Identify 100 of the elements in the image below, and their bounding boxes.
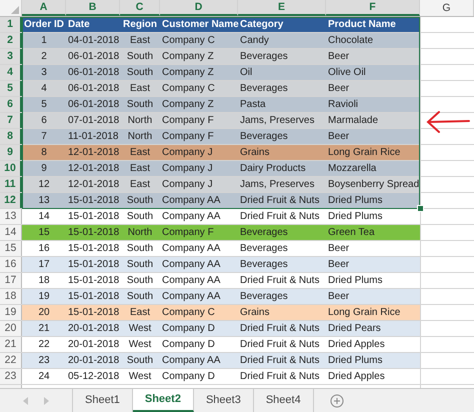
table-cell-text: Dried Plums	[327, 210, 384, 224]
table-cell-text: Beer	[327, 130, 350, 144]
table-cell-text: 20-01-2018	[67, 354, 120, 368]
scroll-left-icon[interactable]	[23, 396, 29, 404]
table-cell-text: Company D	[161, 322, 216, 336]
table-cell-text: Beer	[327, 290, 350, 304]
table-cell-text: Company AA	[161, 210, 222, 224]
table-cell-text: West	[128, 338, 152, 352]
table-cell-text: South	[126, 50, 154, 64]
table-cell-text: East	[128, 306, 151, 320]
table-cell-text: Green Tea	[327, 226, 376, 240]
row-header[interactable]: 23	[0, 369, 22, 384]
row-header[interactable]: 1	[0, 17, 22, 32]
table-cell-text: Ravioli	[327, 98, 360, 112]
row-header[interactable]: 8	[0, 129, 22, 144]
column-header[interactable]: D	[160, 0, 238, 16]
fill-handle[interactable]	[417, 205, 424, 212]
table-cell-text: North	[126, 114, 154, 128]
table-cell-text: 15-01-2018	[67, 210, 120, 224]
table-cell-text: Grains	[239, 146, 270, 160]
table-cell-text: Beverages	[239, 226, 289, 240]
sheet-tab[interactable]: Sheet3	[194, 389, 254, 412]
row-header[interactable]: 19	[0, 305, 22, 320]
row-header[interactable]: 6	[0, 97, 22, 112]
table-cell-text: 21	[37, 322, 51, 336]
table-cell-text: South	[126, 194, 154, 208]
table-cell-text: East	[128, 34, 151, 48]
column-header[interactable]: E	[238, 0, 326, 16]
table-cell-text: Jams, Preserves	[239, 178, 316, 192]
table-cell-text: Grains	[239, 306, 270, 320]
table-cell-text: 15-01-2018	[67, 226, 120, 240]
table-cell-text: Dried Plums	[327, 274, 384, 288]
table-cell-text: Category	[239, 18, 284, 32]
row-header[interactable]: 7	[0, 113, 22, 128]
table-cell-text: Long Grain Rice	[327, 146, 402, 160]
table-cell-text: 12	[37, 178, 51, 192]
row-header[interactable]: 16	[0, 257, 22, 272]
table-cell-text: Company D	[161, 338, 216, 352]
table-cell-text: East	[128, 146, 151, 160]
table-cell-text: South	[126, 258, 154, 272]
table-cell-text: Company F	[161, 226, 215, 240]
table-cell-text: 15-01-2018	[67, 258, 120, 272]
table-cell-text: South	[126, 274, 154, 288]
table-cell-text: Dried Fruit & Nuts	[239, 338, 320, 352]
table-cell-text: Company Z	[161, 66, 215, 80]
row-header[interactable]: 10	[0, 161, 22, 176]
table-cell-text: 23	[37, 354, 51, 368]
column-header[interactable]: C	[120, 0, 160, 16]
row-header[interactable]: 17	[0, 273, 22, 288]
row-header[interactable]: 11	[0, 177, 22, 192]
table-cell-text: Company Z	[161, 50, 215, 64]
row-header[interactable]: 22	[0, 353, 22, 368]
table-cell-text: Dried Fruit & Nuts	[239, 194, 320, 208]
row-header[interactable]: 4	[0, 65, 22, 80]
table-cell-text: Mozzarella	[327, 162, 378, 176]
column-header[interactable]: B	[66, 0, 120, 16]
row-header[interactable]: 21	[0, 337, 22, 352]
row-header[interactable]: 20	[0, 321, 22, 336]
row-header[interactable]: 5	[0, 81, 22, 96]
table-cell-text: 5	[40, 98, 48, 112]
table-cell-text: East	[128, 162, 151, 176]
row-header[interactable]: 9	[0, 145, 22, 160]
row-header[interactable]: 3	[0, 49, 22, 64]
row-header[interactable]: 14	[0, 225, 22, 240]
row-header[interactable]: 2	[0, 33, 22, 48]
table-cell-text: Company AA	[161, 354, 222, 368]
row-header[interactable]: 15	[0, 241, 22, 256]
column-header[interactable]: A	[22, 0, 66, 16]
table-cell-text: 06-01-2018	[67, 66, 120, 80]
row-header[interactable]: 18	[0, 289, 22, 304]
table-cell-text: Marmalade	[327, 114, 380, 128]
table-cell-text: 15-01-2018	[67, 274, 120, 288]
table-cell-text: 15-01-2018	[67, 242, 120, 256]
table-cell-text: 3	[40, 66, 48, 80]
table-cell-text: East	[128, 178, 151, 192]
table-cell-text: Company AA	[161, 194, 222, 208]
table-cell-text: 14	[37, 210, 51, 224]
table-cell-text: Company F	[161, 114, 215, 128]
column-header[interactable]: G	[420, 0, 474, 16]
arrow-icon	[425, 109, 471, 135]
row-header[interactable]: 12	[0, 193, 22, 208]
table-cell-text: Company C	[161, 82, 216, 96]
table-cell-text: 05-12-2018	[67, 370, 120, 384]
table-cell-text: 20-01-2018	[67, 338, 120, 352]
table-cell-text: Beverages	[239, 258, 289, 272]
sheet-tab[interactable]: Sheet4	[254, 389, 314, 412]
table-cell-text: Dried Pears	[327, 322, 382, 336]
table-cell-text: 17	[37, 258, 51, 272]
scroll-right-icon[interactable]	[43, 396, 49, 404]
table-cell-text: 12-01-2018	[67, 146, 120, 160]
table-cell-text: 1	[40, 34, 48, 48]
table-cell-text: 12-01-2018	[67, 178, 120, 192]
column-header[interactable]: F	[326, 0, 420, 16]
table-cell-text: 06-01-2018	[67, 50, 120, 64]
sheet-tab[interactable]: Sheet2	[132, 389, 194, 412]
row-header[interactable]: 13	[0, 209, 22, 224]
add-sheet-icon[interactable]	[330, 394, 344, 408]
table-cell-text: Beverages	[239, 82, 289, 96]
table-cell-text: Beer	[327, 242, 350, 256]
table-cell-text: Region	[122, 18, 158, 32]
